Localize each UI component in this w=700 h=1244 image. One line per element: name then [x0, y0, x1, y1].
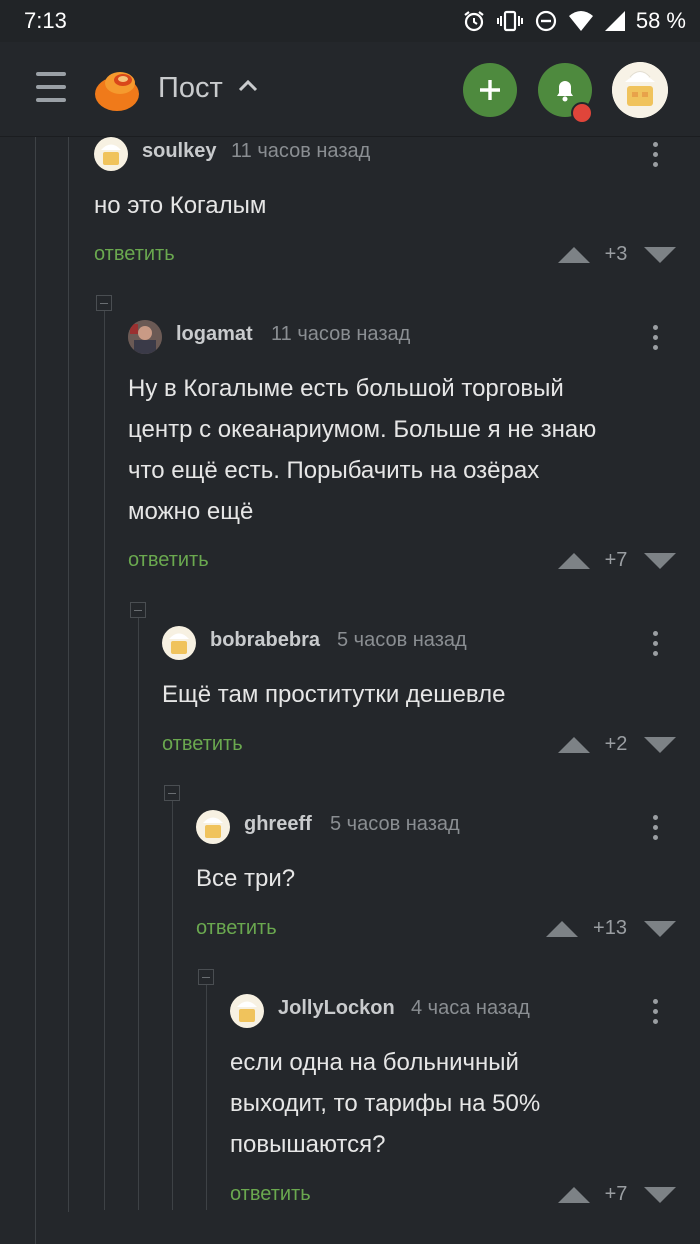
more-options-icon[interactable] — [651, 815, 659, 847]
collapse-thread-button[interactable] — [198, 969, 214, 985]
comment-text: если одна на больничный выходит, то тари… — [230, 1049, 541, 1158]
comment: JollyLockon 4 часа назад если одна на бо… — [230, 994, 684, 1224]
collapse-thread-button[interactable] — [164, 785, 180, 801]
status-icons: 58 % — [462, 7, 686, 35]
add-icon — [480, 80, 500, 100]
chevron-up-icon[interactable] — [238, 78, 258, 92]
upvote-icon[interactable] — [558, 1187, 590, 1203]
thread-line — [172, 800, 173, 1210]
upvote-icon[interactable] — [546, 921, 578, 937]
avatar[interactable] — [196, 810, 230, 844]
more-options-icon[interactable] — [651, 142, 659, 174]
collapse-thread-button[interactable] — [96, 295, 112, 311]
reply-button[interactable]: ответить — [196, 917, 277, 940]
collapse-thread-button[interactable] — [130, 602, 146, 618]
comment-timestamp: 11 часов назад — [271, 323, 411, 345]
comment-timestamp: 11 часов назад — [231, 140, 371, 162]
comment-text: но это Когалым — [94, 192, 267, 219]
avatar[interactable] — [612, 62, 668, 118]
downvote-icon[interactable] — [644, 921, 676, 937]
page-title[interactable]: Пост — [158, 72, 223, 105]
pikabu-logo[interactable] — [93, 67, 141, 113]
wifi-icon — [568, 11, 593, 31]
thread-line — [68, 137, 69, 1212]
more-options-icon[interactable] — [651, 325, 659, 357]
comment: ghreeff 5 часов назад Все три? ответить … — [196, 810, 684, 960]
thread-line — [138, 618, 139, 1210]
comment-username[interactable]: JollyLockon — [278, 997, 395, 1020]
comment-rating: +13 — [593, 917, 627, 939]
reply-button[interactable]: ответить — [162, 733, 243, 756]
notification-badge — [571, 102, 593, 124]
alarm-icon — [464, 11, 484, 32]
comment: logamat 11 часов назад Ну в Когалыме ест… — [128, 320, 684, 600]
more-options-icon[interactable] — [651, 631, 659, 663]
status-bar: 7:13 58 % — [0, 0, 700, 42]
downvote-icon[interactable] — [644, 737, 676, 753]
downvote-icon[interactable] — [644, 247, 676, 263]
reply-button[interactable]: ответить — [230, 1183, 311, 1206]
vibrate-icon — [496, 10, 523, 32]
upvote-icon[interactable] — [558, 247, 590, 263]
comment-timestamp: 4 часа назад — [411, 997, 530, 1019]
menu-icon[interactable] — [36, 72, 66, 104]
add-post-button[interactable] — [463, 63, 517, 117]
reply-button[interactable]: ответить — [94, 243, 175, 266]
battery-percent: 58 % — [635, 8, 686, 33]
comment-timestamp: 5 часов назад — [337, 629, 467, 651]
downvote-icon[interactable] — [644, 553, 676, 569]
avatar[interactable] — [162, 626, 196, 660]
comment-text: Все три? — [196, 865, 296, 892]
comment-rating: +3 — [604, 243, 628, 265]
upvote-icon[interactable] — [558, 737, 590, 753]
app-bar: Пост — [0, 42, 700, 137]
thread-line — [206, 984, 207, 1210]
comment-rating: +7 — [604, 1183, 628, 1205]
thread-line — [104, 310, 105, 1210]
comment-username[interactable]: soulkey — [142, 140, 216, 163]
comment-username[interactable]: ghreeff — [244, 813, 312, 836]
upvote-icon[interactable] — [558, 553, 590, 569]
comment-rating: +2 — [604, 733, 628, 755]
avatar[interactable] — [230, 994, 264, 1028]
avatar[interactable] — [94, 137, 128, 171]
avatar[interactable] — [128, 320, 162, 354]
comment-username[interactable]: logamat — [176, 323, 253, 346]
status-time: 7:13 — [24, 8, 67, 33]
comment-username[interactable]: bobrabebra — [210, 629, 320, 652]
dnd-icon — [535, 10, 556, 32]
comment-text: Ну в Когалыме есть большой торговый цент… — [128, 375, 597, 525]
comment-text: Ещё там проститутки дешевле — [162, 681, 506, 708]
thread-line — [35, 137, 36, 1244]
more-options-icon[interactable] — [651, 999, 659, 1031]
comment: bobrabebra 5 часов назад Ещё там простит… — [162, 626, 684, 776]
signal-icon — [604, 11, 625, 31]
comment-timestamp: 5 часов назад — [330, 813, 460, 835]
downvote-icon[interactable] — [644, 1187, 676, 1203]
comment: soulkey 11 часов назад но это Когалым от… — [94, 137, 684, 287]
reply-button[interactable]: ответить — [128, 549, 209, 572]
comment-rating: +7 — [604, 549, 628, 571]
